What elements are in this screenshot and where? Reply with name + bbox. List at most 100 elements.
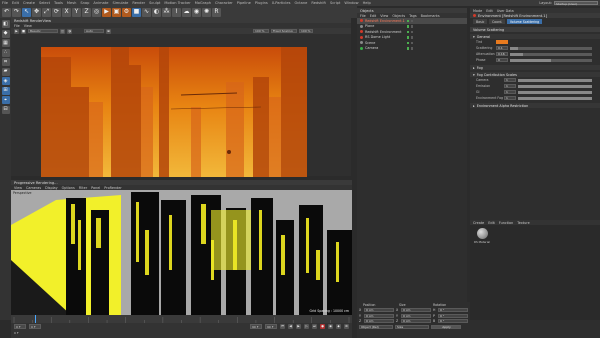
renderview-menu-view[interactable]: View: [24, 24, 32, 28]
render-settings-icon[interactable]: ⚙: [122, 7, 131, 17]
visibility-toggles[interactable]: [406, 41, 413, 44]
world-coords-icon[interactable]: ◎: [92, 7, 101, 17]
rotation-field[interactable]: 0 °: [438, 319, 468, 324]
render-picture-icon[interactable]: ▣: [112, 7, 121, 17]
objects-menu-item[interactable]: File: [360, 14, 366, 18]
menu-item[interactable]: Motion Tracker: [164, 1, 190, 5]
progressive-canvas[interactable]: Perspective Grid Spacing : 10000 cm: [11, 190, 352, 315]
render-visible-dot[interactable]: [410, 30, 413, 33]
channel-icon[interactable]: ◑: [67, 28, 72, 34]
objects-menu-item[interactable]: Edit: [370, 14, 377, 18]
fog-param-slider[interactable]: [518, 90, 592, 94]
menu-item[interactable]: MoGraph: [195, 1, 211, 5]
exposure-select[interactable]: Fixed Scaling: [271, 28, 297, 34]
attributes-menu-item[interactable]: Edit: [486, 9, 493, 13]
menu-item[interactable]: Mesh: [67, 1, 76, 5]
fog-param-field[interactable]: 1: [504, 96, 516, 100]
menu-item[interactable]: Help: [363, 1, 371, 5]
layout-dropdown[interactable]: Startup (User): [554, 0, 598, 6]
zoom-percent-field[interactable]: 100 %: [299, 28, 313, 34]
prev-frame-icon[interactable]: ◀: [288, 324, 293, 329]
polygons-mode-icon[interactable]: ▰: [1, 67, 10, 76]
play-icon[interactable]: ▶: [14, 28, 19, 34]
select-tool-icon[interactable]: ↖: [22, 7, 31, 17]
editor-visible-dot[interactable]: [406, 30, 409, 33]
keyframe-icon[interactable]: ◆: [336, 324, 341, 329]
z-axis-button[interactable]: Z: [82, 7, 91, 17]
menu-item[interactable]: Window: [344, 1, 358, 5]
snapshot-icon[interactable]: ◫: [60, 28, 65, 34]
menu-item[interactable]: Plugins: [255, 1, 268, 5]
viewport-menu-item[interactable]: Display: [45, 186, 58, 190]
layout-selector[interactable]: Layout: Startup (User): [539, 0, 598, 6]
cube-icon[interactable]: ■: [132, 7, 141, 17]
start-frame-field[interactable]: 0 F: [14, 324, 26, 329]
record-icon[interactable]: ●: [320, 324, 325, 329]
coords-mode-select[interactable]: Object (Rel): [359, 324, 393, 329]
scene-icon[interactable]: ☁: [182, 7, 191, 17]
size-field[interactable]: 0 cm: [401, 319, 431, 324]
objects-menu-item[interactable]: Tags: [409, 14, 417, 18]
attributes-tab[interactable]: Coord.: [488, 19, 506, 24]
model-mode-icon[interactable]: ◆: [1, 29, 10, 38]
rotation-field[interactable]: 0 °: [438, 308, 468, 313]
param-slider[interactable]: [510, 58, 592, 62]
menu-item[interactable]: Select: [39, 1, 50, 5]
objects-menu-item[interactable]: View: [380, 14, 388, 18]
coords-size-select[interactable]: Size: [395, 324, 429, 329]
editor-visible-dot[interactable]: [406, 36, 409, 39]
go-end-icon[interactable]: ⏭: [312, 324, 317, 329]
menu-item[interactable]: Character: [215, 1, 233, 5]
points-mode-icon[interactable]: ∴: [1, 48, 10, 57]
menu-item[interactable]: Octane: [294, 1, 307, 5]
visibility-toggles[interactable]: [406, 30, 413, 33]
lock-icon[interactable]: ⊠: [106, 28, 111, 34]
param-value-field[interactable]: 0: [496, 58, 508, 62]
position-field[interactable]: 0 cm: [364, 308, 394, 313]
attributes-tab[interactable]: Basic: [473, 19, 488, 24]
material-menu-item[interactable]: Texture: [517, 221, 529, 225]
editor-visible-dot[interactable]: [406, 25, 409, 28]
playhead[interactable]: [35, 315, 36, 323]
fog-param-field[interactable]: 1: [504, 78, 516, 82]
light-icon[interactable]: ✺: [202, 7, 211, 17]
autokey-icon[interactable]: ◉: [328, 324, 333, 329]
color-swatch[interactable]: [496, 40, 508, 44]
attributes-menu-item[interactable]: Mode: [473, 9, 482, 13]
viewport-menu-item[interactable]: Filter: [79, 186, 87, 190]
viewport-menu-item[interactable]: Cameras: [26, 186, 41, 190]
nurbs-icon[interactable]: ◐: [152, 7, 161, 17]
editor-visible-dot[interactable]: [406, 47, 409, 50]
y-axis-button[interactable]: Y: [72, 7, 81, 17]
section-volume-scattering[interactable]: Volume Scattering: [470, 27, 600, 32]
menu-item[interactable]: Sculpt: [149, 1, 160, 5]
undo-icon[interactable]: ↶: [2, 7, 11, 17]
aov-display-select[interactable]: Beauty: [28, 28, 58, 34]
renderview-menu-file[interactable]: File: [14, 24, 20, 28]
viewport-menu-item[interactable]: Options: [62, 186, 75, 190]
locked-workplane-icon[interactable]: ⊟: [1, 105, 10, 114]
camera-icon[interactable]: ◉: [192, 7, 201, 17]
render-visible-dot[interactable]: [410, 19, 414, 22]
visibility-toggles[interactable]: [406, 36, 413, 39]
x-axis-button[interactable]: X: [62, 7, 71, 17]
menu-item[interactable]: Create: [23, 1, 35, 5]
render-view-icon[interactable]: ▶: [102, 7, 111, 17]
array-icon[interactable]: ⁂: [162, 7, 171, 17]
material-swatch-item[interactable]: RS Material: [473, 228, 491, 244]
workplane-icon[interactable]: ⊞: [1, 86, 10, 95]
live-select-icon[interactable]: ◈: [1, 77, 10, 85]
visibility-toggles[interactable]: [406, 47, 413, 50]
viewport-menu-item[interactable]: ProRender: [104, 186, 121, 190]
make-editable-icon[interactable]: ◧: [1, 20, 10, 28]
param-value-field[interactable]: 0.1: [496, 46, 508, 50]
editor-visible-dot[interactable]: [406, 41, 409, 44]
viewport-menu-item[interactable]: Panel: [91, 186, 100, 190]
timeline-ruler[interactable]: [11, 315, 352, 323]
attributes-tab[interactable]: Volume Scattering: [506, 19, 543, 24]
visibility-toggles[interactable]: [406, 19, 414, 22]
visibility-toggles[interactable]: [406, 25, 413, 28]
menu-item[interactable]: Script: [330, 1, 340, 5]
param-slider[interactable]: [510, 46, 592, 50]
render-visible-dot[interactable]: [410, 47, 413, 50]
